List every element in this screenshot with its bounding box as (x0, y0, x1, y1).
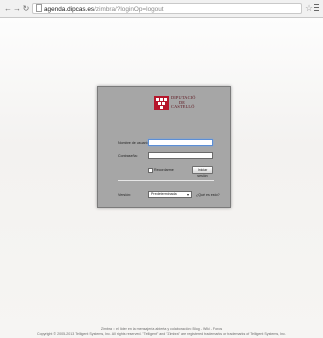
star-icon[interactable]: ☆ (305, 3, 313, 13)
chevron-down-icon: ▾ (186, 192, 189, 197)
username-input[interactable] (148, 139, 213, 146)
footer-copyright: Copyright © 2005-2013 Telligent Systems,… (37, 332, 286, 336)
login-panel: DIPUTACIÓ DE CASTELLÓ Nombre de usuario:… (97, 86, 231, 208)
logo-line-3: CASTELLÓ (171, 104, 195, 110)
menu-icon[interactable] (314, 4, 319, 12)
remember-checkbox[interactable] (148, 168, 153, 173)
whats-this-link[interactable]: ¿Qué es esto? (196, 193, 220, 197)
footer-links: Zimbra :: el líder en la mensajería abie… (100, 327, 223, 331)
page-content: DIPUTACIÓ DE CASTELLÓ Nombre de usuario:… (0, 18, 323, 338)
organization-logo: DIPUTACIÓ DE CASTELLÓ (154, 95, 199, 114)
url-path: /zimbra/?loginOp=logout (94, 6, 164, 13)
divider (118, 180, 214, 181)
version-selected-value: Predeterminada (151, 192, 177, 196)
remember-label: Recordarme (154, 168, 174, 172)
forward-icon[interactable]: → (13, 4, 21, 13)
version-select[interactable]: Predeterminada ▾ (148, 191, 192, 198)
password-label: Contraseña: (118, 154, 138, 158)
reload-icon[interactable]: ↻ (22, 4, 30, 13)
address-bar[interactable]: agenda.dipcas.es/zimbra/?loginOp=logout (32, 3, 302, 14)
back-icon[interactable]: ← (4, 4, 12, 13)
browser-window: ← → ↻ agenda.dipcas.es/zimbra/?loginOp=l… (0, 0, 323, 338)
coat-of-arms-icon (154, 96, 169, 110)
username-label: Nombre de usuario: (118, 141, 150, 145)
url-host: agenda.dipcas.es (44, 6, 95, 13)
version-label: Versión: (118, 193, 131, 197)
page-icon (36, 4, 42, 12)
browser-toolbar: ← → ↻ agenda.dipcas.es/zimbra/?loginOp=l… (0, 0, 323, 18)
logo-text: DIPUTACIÓ DE CASTELLÓ (171, 95, 196, 110)
login-button[interactable]: Iniciar sesión (192, 166, 213, 178)
password-input[interactable] (148, 152, 213, 159)
